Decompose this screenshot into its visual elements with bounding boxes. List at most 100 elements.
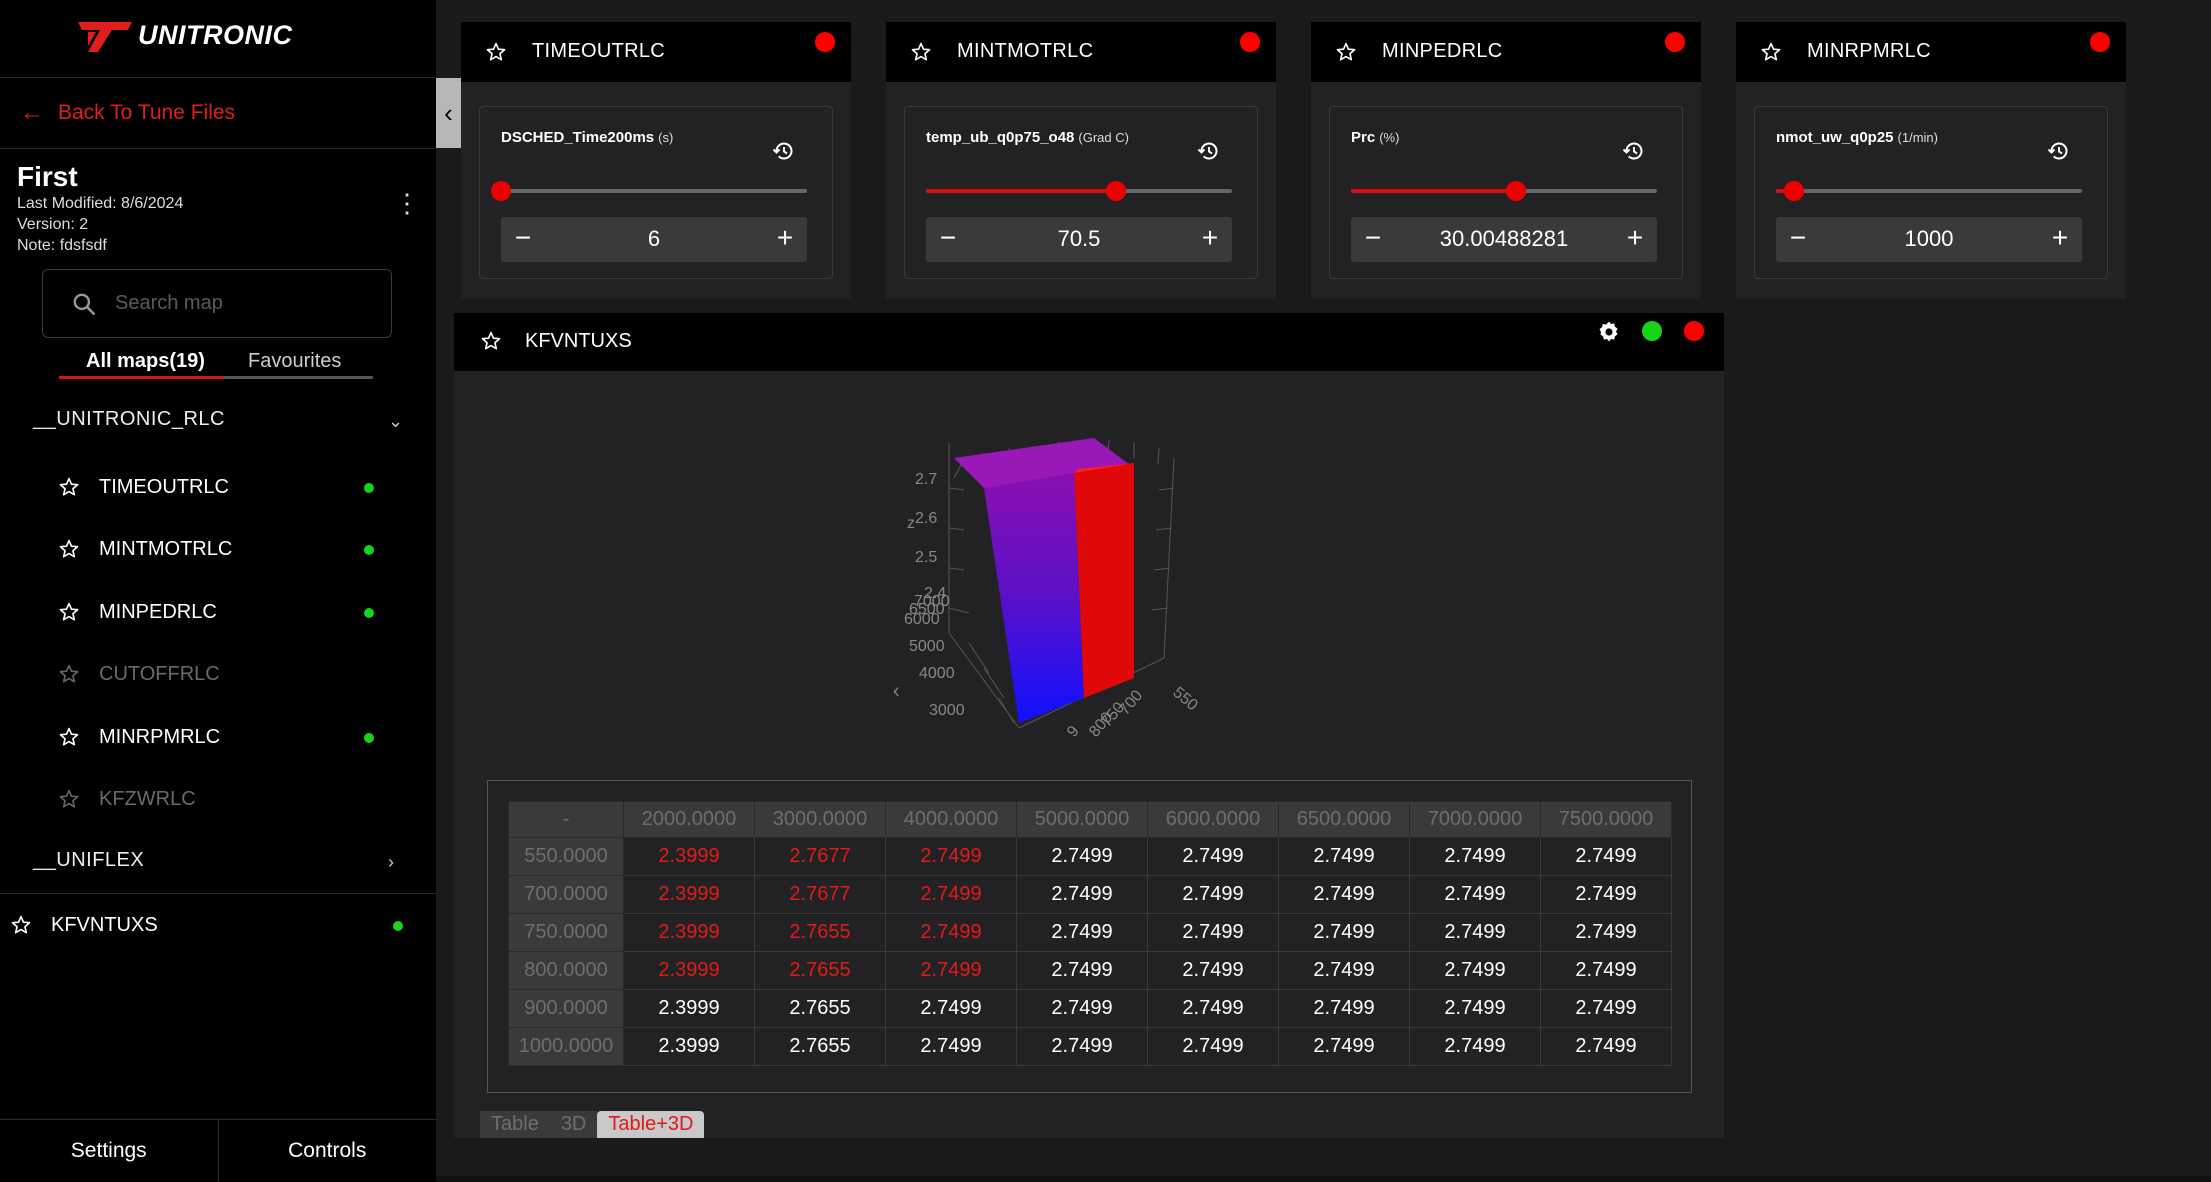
chevron-right-icon[interactable]: › (388, 852, 394, 873)
table-cell[interactable]: 2.7499 (1278, 1027, 1410, 1066)
map-item-cutoffrlc[interactable]: CUTOFFRLC (58, 659, 378, 689)
value-slider[interactable] (1351, 181, 1657, 201)
table-cell[interactable]: 2.7499 (1409, 837, 1541, 876)
table-cell[interactable]: 2.7499 (1409, 1027, 1541, 1066)
controls-button[interactable]: Controls (217, 1120, 437, 1182)
decrement-button[interactable]: − (928, 221, 968, 257)
value-field[interactable]: 30.00488281 (1401, 226, 1607, 252)
apply-status-dot[interactable] (1642, 321, 1662, 341)
table-cell[interactable]: 2.7499 (1016, 951, 1148, 990)
star-outline-icon[interactable] (910, 41, 932, 63)
table-cell[interactable]: 2.7499 (885, 837, 1017, 876)
table-cell[interactable]: 2.7499 (1409, 913, 1541, 952)
star-outline-icon[interactable] (58, 476, 80, 498)
table-cell[interactable]: 2.7499 (1540, 989, 1672, 1028)
slider-thumb[interactable] (491, 181, 511, 201)
table-cell[interactable]: 2.7499 (885, 875, 1017, 914)
value-field[interactable]: 6 (551, 226, 757, 252)
table-cell[interactable]: 2.7655 (754, 951, 886, 990)
table-cell[interactable]: 2.7499 (1147, 913, 1279, 952)
decrement-button[interactable]: − (503, 221, 543, 257)
table-cell[interactable]: 2.7499 (1147, 1027, 1279, 1066)
table-cell[interactable]: 2.7655 (754, 913, 886, 952)
history-icon[interactable] (2047, 139, 2071, 163)
surface-3d-plot[interactable]: z 2.7 2.6 2.5 2.4 7000 6500 6000 5000 40… (894, 428, 1294, 743)
table-cell[interactable]: 2.7499 (1278, 913, 1410, 952)
star-outline-icon[interactable] (58, 663, 80, 685)
increment-button[interactable]: + (765, 221, 805, 257)
view-tab-table[interactable]: Table (480, 1111, 550, 1138)
value-field[interactable]: 70.5 (976, 226, 1182, 252)
map-item-kfvntuxs[interactable]: KFVNTUXS (10, 910, 330, 940)
table-cell[interactable]: 2.7499 (1540, 913, 1672, 952)
table-cell[interactable]: 2.7499 (885, 989, 1017, 1028)
history-icon[interactable] (1197, 139, 1221, 163)
star-outline-icon[interactable] (1760, 41, 1782, 63)
table-cell[interactable]: 2.7499 (1147, 989, 1279, 1028)
slider-thumb[interactable] (1105, 181, 1126, 201)
table-cell[interactable]: 2.3999 (623, 989, 755, 1028)
group-unitronic-rlc[interactable]: __UNITRONIC_RLC (33, 408, 225, 431)
close-dot-icon[interactable] (815, 32, 835, 52)
history-icon[interactable] (772, 139, 796, 163)
table-cell[interactable]: 2.7499 (1278, 989, 1410, 1028)
star-outline-icon[interactable] (480, 330, 502, 352)
group-uniflex[interactable]: __UNIFLEX (33, 849, 144, 872)
star-outline-icon[interactable] (58, 538, 80, 560)
table-cell[interactable]: 2.7499 (1540, 1027, 1672, 1066)
back-to-tune-files-link[interactable]: ← Back To Tune Files (20, 98, 235, 128)
map-item-mintmotrlc[interactable]: MINTMOTRLC (58, 534, 378, 564)
table-cell[interactable]: 2.3999 (623, 951, 755, 990)
chevron-down-icon[interactable]: ⌄ (388, 411, 403, 432)
table-cell[interactable]: 2.7655 (754, 989, 886, 1028)
table-cell[interactable]: 2.7677 (754, 837, 886, 876)
table-cell[interactable]: 2.7499 (1409, 989, 1541, 1028)
view-tab-3d[interactable]: 3D (549, 1111, 598, 1138)
table-cell[interactable]: 2.7499 (885, 951, 1017, 990)
close-dot-icon[interactable] (1684, 321, 1704, 341)
table-cell[interactable]: 2.7499 (1540, 875, 1672, 914)
table-cell[interactable]: 2.7499 (1016, 989, 1148, 1028)
table-cell[interactable]: 2.7499 (1016, 837, 1148, 876)
map-item-minrpmrlc[interactable]: MINRPMRLC (58, 722, 378, 752)
table-cell[interactable]: 2.3999 (623, 913, 755, 952)
slider-thumb[interactable] (1784, 181, 1805, 201)
settings-button[interactable]: Settings (0, 1120, 218, 1182)
table-cell[interactable]: 2.3999 (623, 875, 755, 914)
increment-button[interactable]: + (2040, 221, 2080, 257)
table-cell[interactable]: 2.7499 (885, 913, 1017, 952)
tab-all-maps[interactable]: All maps(19) (86, 350, 205, 373)
decrement-button[interactable]: − (1778, 221, 1818, 257)
star-outline-icon[interactable] (1335, 41, 1357, 63)
close-dot-icon[interactable] (1240, 32, 1260, 52)
table-cell[interactable]: 2.7499 (1540, 951, 1672, 990)
history-icon[interactable] (1622, 139, 1646, 163)
value-field[interactable]: 1000 (1826, 226, 2032, 252)
increment-button[interactable]: + (1615, 221, 1655, 257)
table-cell[interactable]: 2.7499 (1540, 837, 1672, 876)
more-options-icon[interactable]: ⋮ (394, 190, 420, 216)
map-item-kfzwrlc[interactable]: KFZWRLC (58, 784, 378, 814)
table-cell[interactable]: 2.3999 (623, 837, 755, 876)
decrement-button[interactable]: − (1353, 221, 1393, 257)
map-item-minpedrlc[interactable]: MINPEDRLC (58, 597, 378, 627)
table-cell[interactable]: 2.7499 (1278, 951, 1410, 990)
slider-thumb[interactable] (1506, 181, 1527, 201)
star-outline-icon[interactable] (58, 788, 80, 810)
table-cell[interactable]: 2.7499 (1016, 1027, 1148, 1066)
table-cell[interactable]: 2.7499 (1147, 837, 1279, 876)
table-cell[interactable]: 2.3999 (623, 1027, 755, 1066)
collapse-sidebar-button[interactable]: ‹ (436, 78, 461, 148)
table-cell[interactable]: 2.7499 (1409, 951, 1541, 990)
table-cell[interactable]: 2.7499 (1409, 875, 1541, 914)
table-cell[interactable]: 2.7655 (754, 1027, 886, 1066)
close-dot-icon[interactable] (1665, 32, 1685, 52)
star-outline-icon[interactable] (58, 726, 80, 748)
gear-icon[interactable] (1597, 320, 1621, 344)
table-cell[interactable]: 2.7499 (1147, 951, 1279, 990)
table-cell[interactable]: 2.7677 (754, 875, 886, 914)
star-outline-icon[interactable] (485, 41, 507, 63)
value-slider[interactable] (491, 181, 807, 201)
value-slider[interactable] (1776, 181, 2082, 201)
view-tab-table-3d[interactable]: Table+3D (597, 1111, 705, 1138)
